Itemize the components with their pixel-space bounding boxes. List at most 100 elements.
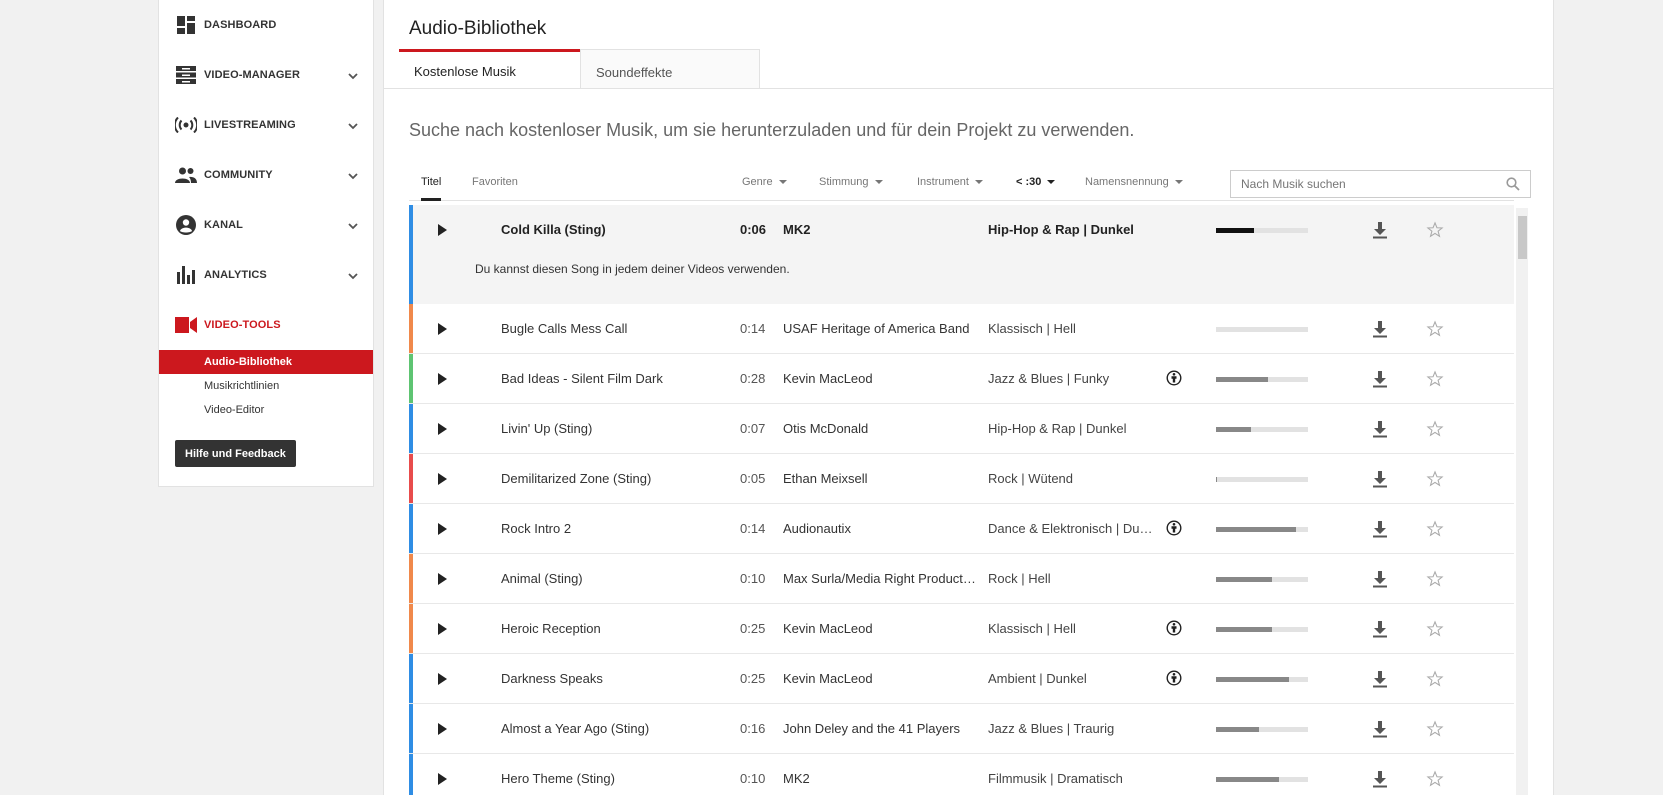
search-input[interactable] [1231, 171, 1501, 197]
usage-info-text: Du kannst diesen Song in jedem deiner Vi… [475, 262, 790, 276]
play-icon[interactable] [438, 473, 447, 485]
attribution-icon[interactable] [1166, 370, 1182, 386]
chevron-down-icon[interactable] [347, 219, 359, 231]
download-icon[interactable] [1371, 370, 1389, 388]
tab-sound-effects[interactable]: Soundeffekte [580, 49, 760, 89]
track-row[interactable]: Demilitarized Zone (Sting) 0:05 Ethan Meix… [409, 454, 1514, 504]
track-artist[interactable]: Ethan Meixsell [783, 471, 978, 486]
chevron-down-icon[interactable] [347, 119, 359, 131]
download-icon[interactable] [1371, 221, 1389, 239]
track-row[interactable]: Livin' Up (Sting) 0:07 Otis McDonald Hip-Ho… [409, 404, 1514, 454]
chevron-down-icon[interactable] [347, 269, 359, 281]
track-duration: 0:14 [740, 521, 766, 536]
download-icon[interactable] [1371, 520, 1389, 538]
track-genre: Klassisch | Hell [988, 621, 1076, 636]
download-icon[interactable] [1371, 420, 1389, 438]
livestream-icon [175, 114, 197, 136]
track-artist[interactable]: Max Surla/Media Right Productions [783, 571, 978, 586]
sidebar-item-dashboard[interactable]: DASHBOARD [159, 0, 373, 50]
star-icon[interactable] [1426, 320, 1444, 338]
attribution-icon[interactable] [1166, 520, 1182, 536]
duration-dropdown[interactable]: < :30 [1016, 176, 1056, 188]
instrument-dropdown[interactable]: Instrument [917, 176, 983, 188]
track-row[interactable]: Animal (Sting) 0:10 Max Surla/Media Right … [409, 554, 1514, 604]
track-duration: 0:25 [740, 621, 766, 636]
scrollbar-thumb[interactable] [1518, 216, 1527, 259]
caret-down-icon [974, 180, 983, 185]
track-row[interactable]: Heroic Reception 0:25 Kevin MacLeod Klassis… [409, 604, 1514, 654]
star-icon[interactable] [1426, 221, 1444, 239]
play-icon[interactable] [438, 623, 447, 635]
play-icon[interactable] [438, 423, 447, 435]
track-row[interactable]: Bad Ideas - Silent Film Dark 0:28 Kevin Ma… [409, 354, 1514, 404]
sidebar-item-video-manager[interactable]: VIDEO-MANAGER [159, 50, 373, 100]
download-icon[interactable] [1371, 720, 1389, 738]
track-artist[interactable]: John Deley and the 41 Players [783, 721, 978, 736]
track-artist[interactable]: USAF Heritage of America Band [783, 321, 978, 336]
track-genre: Dance & Elektronisch | Dunkel [988, 521, 1153, 536]
search-icon[interactable] [1506, 177, 1520, 191]
play-icon[interactable] [438, 323, 447, 335]
help-feedback-button[interactable]: Hilfe und Feedback [175, 440, 296, 467]
download-icon[interactable] [1371, 470, 1389, 488]
sidebar-subitem-video-editor[interactable]: Video-Editor [159, 398, 373, 422]
sidebar-item-kanal[interactable]: KANAL [159, 200, 373, 250]
star-icon[interactable] [1426, 670, 1444, 688]
track-row[interactable]: Hero Theme (Sting) 0:10 MK2 Filmmusik | Dra… [409, 754, 1514, 795]
track-artist[interactable]: MK2 [783, 771, 978, 786]
chevron-down-icon[interactable] [347, 169, 359, 181]
play-icon[interactable] [438, 523, 447, 535]
dashboard-icon [175, 14, 197, 36]
scrollbar[interactable] [1516, 208, 1528, 795]
star-icon[interactable] [1426, 770, 1444, 788]
sidebar-item-community[interactable]: COMMUNITY [159, 150, 373, 200]
popularity-bar-fill [1216, 627, 1273, 632]
sidebar-item-analytics[interactable]: ANALYTICS [159, 250, 373, 300]
track-artist[interactable]: Kevin MacLeod [783, 371, 978, 386]
sidebar-subitem-audio-library[interactable]: Audio-Bibliothek [159, 350, 373, 374]
star-icon[interactable] [1426, 520, 1444, 538]
chevron-down-icon[interactable] [347, 69, 359, 81]
download-icon[interactable] [1371, 320, 1389, 338]
genre-dropdown[interactable]: Genre [742, 176, 787, 188]
play-icon[interactable] [438, 723, 447, 735]
download-icon[interactable] [1371, 620, 1389, 638]
track-duration: 0:25 [740, 671, 766, 686]
sidebar-item-livestreaming[interactable]: LIVESTREAMING [159, 100, 373, 150]
mood-dropdown[interactable]: Stimmung [819, 176, 883, 188]
track-row[interactable]: Darkness Speaks 0:25 Kevin MacLeod Ambient … [409, 654, 1514, 704]
sidebar-subitem-music-policies[interactable]: Musikrichtlinien [159, 374, 373, 398]
track-row[interactable]: Rock Intro 2 0:14 Audionautix Dance & Elekt… [409, 504, 1514, 554]
play-icon[interactable] [438, 224, 447, 236]
track-artist[interactable]: Kevin MacLeod [783, 671, 978, 686]
star-icon[interactable] [1426, 470, 1444, 488]
star-icon[interactable] [1426, 720, 1444, 738]
attribution-icon[interactable] [1166, 670, 1182, 686]
track-row[interactable]: Almost a Year Ago (Sting) 0:16 John Deley … [409, 704, 1514, 754]
play-icon[interactable] [438, 373, 447, 385]
download-icon[interactable] [1371, 770, 1389, 788]
track-artist[interactable]: Kevin MacLeod [783, 621, 978, 636]
star-icon[interactable] [1426, 620, 1444, 638]
tab-bar: Kostenlose Musik Soundeffekte [399, 49, 760, 89]
track-row[interactable]: Cold Killa (Sting) 0:06 MK2 Hip-Hop & Rap |… [409, 205, 1514, 304]
star-icon[interactable] [1426, 420, 1444, 438]
filter-tab-titles[interactable]: Titel [421, 176, 442, 201]
track-artist[interactable]: Otis McDonald [783, 421, 978, 436]
track-row[interactable]: Bugle Calls Mess Call 0:14 USAF Heritage o… [409, 304, 1514, 354]
sidebar-item-video-tools[interactable]: VIDEO-TOOLS [159, 300, 373, 350]
tab-free-music[interactable]: Kostenlose Musik [399, 49, 580, 89]
track-artist[interactable]: Audionautix [783, 521, 978, 536]
star-icon[interactable] [1426, 370, 1444, 388]
play-icon[interactable] [438, 673, 447, 685]
play-icon[interactable] [438, 773, 447, 785]
attribution-icon[interactable] [1166, 620, 1182, 636]
filter-tab-favorites[interactable]: Favoriten [472, 176, 518, 188]
track-artist[interactable]: MK2 [783, 222, 978, 237]
star-icon[interactable] [1426, 570, 1444, 588]
play-icon[interactable] [438, 573, 447, 585]
download-icon[interactable] [1371, 670, 1389, 688]
attribution-dropdown[interactable]: Namensnennung [1085, 176, 1183, 188]
download-icon[interactable] [1371, 570, 1389, 588]
popularity-bar-fill [1216, 377, 1269, 382]
